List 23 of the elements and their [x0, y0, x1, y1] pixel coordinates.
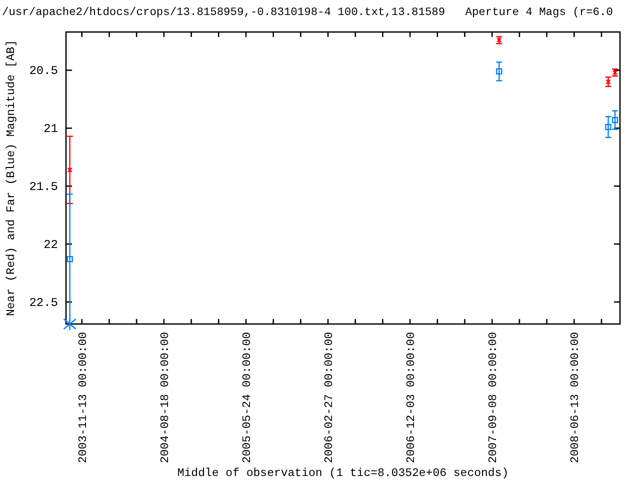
y-axis-label: Near (Red) and Far (Blue) Magnitude [AB] — [5, 40, 18, 316]
point — [67, 167, 72, 172]
data-point — [496, 62, 502, 82]
chart-title: /usr/apache2/htdocs/crops/13.8158959,-0.8310198-4 100.txt,13.81589 Aperture 4 Mags (r=6.0 — [2, 7, 613, 19]
point — [66, 256, 73, 262]
y-tick-label: 22 — [44, 238, 58, 252]
x-tick-label: 2003-11-13 00:00:00 — [76, 332, 90, 464]
x-axis-label: Middle of observation (1 tic=8.0352e+06 seconds) — [177, 467, 509, 480]
x-tick-label: 2008-06-13 00:00:00 — [569, 332, 582, 464]
x-tick-label: 2006-02-27 00:00:00 — [323, 332, 336, 464]
x-tick-label: 2005-05-24 00:00:00 — [240, 332, 254, 464]
point — [612, 116, 618, 124]
point — [606, 79, 611, 84]
x-tick-label: 2004-08-18 00:00:00 — [158, 332, 172, 464]
data-point — [496, 36, 502, 44]
point — [605, 124, 612, 130]
point — [496, 68, 502, 74]
y-tick-label: 20.5 — [29, 64, 58, 78]
y-tick-label: 21.5 — [29, 180, 58, 194]
x-tick-label: 2007-09-08 00:00:00 — [487, 332, 500, 464]
y-tick-label: 21 — [44, 122, 58, 136]
x-tick-label: 2006-12-03 00:00:00 — [405, 332, 418, 464]
y-tick-label: 22.5 — [29, 296, 58, 310]
